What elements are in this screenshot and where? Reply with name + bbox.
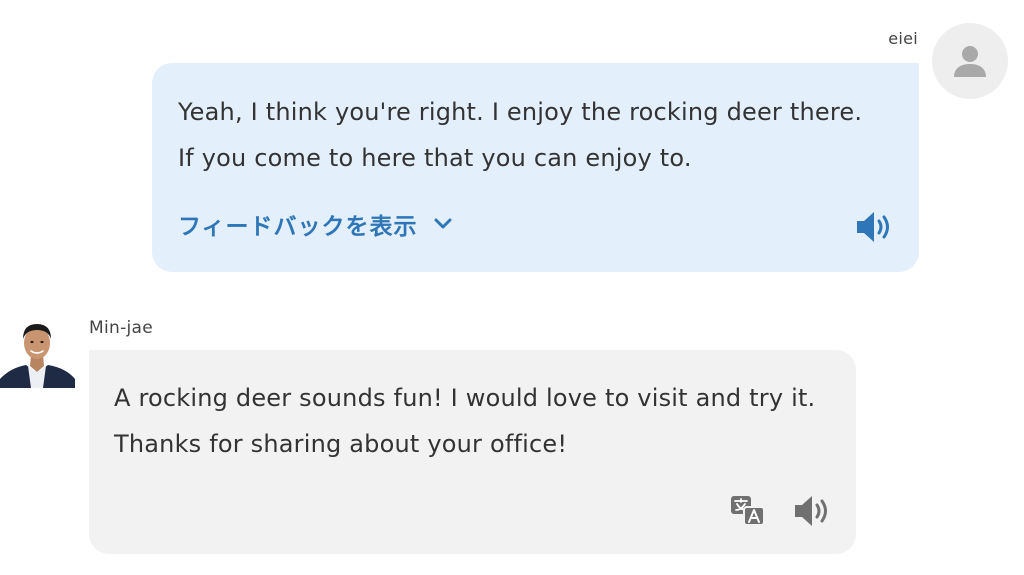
speaker-icon[interactable] (793, 493, 831, 529)
chat-transcript: eiei Yeah, I think you're right. I enjoy… (0, 0, 1024, 575)
show-feedback-label: フィードバックを表示 (178, 214, 418, 240)
speaker-icon[interactable] (855, 209, 893, 245)
show-feedback-button[interactable]: フィードバックを表示 (178, 207, 452, 241)
profile-photo (0, 313, 75, 388)
bot-message-bubble: A rocking deer sounds fun! I would love … (89, 350, 856, 554)
user-message-text: Yeah, I think you're right. I enjoy the … (178, 98, 863, 172)
bot-sender-name: Min-jae (89, 318, 153, 338)
bot-message-text: A rocking deer sounds fun! I would love … (114, 384, 816, 458)
user-sender-name: eiei (888, 29, 918, 48)
person-icon (954, 46, 986, 77)
user-avatar (932, 23, 1008, 99)
user-message-bubble: Yeah, I think you're right. I enjoy the … (152, 63, 919, 272)
chevron-down-icon (434, 218, 452, 229)
bot-avatar (0, 313, 75, 388)
translate-icon[interactable] (729, 494, 767, 528)
